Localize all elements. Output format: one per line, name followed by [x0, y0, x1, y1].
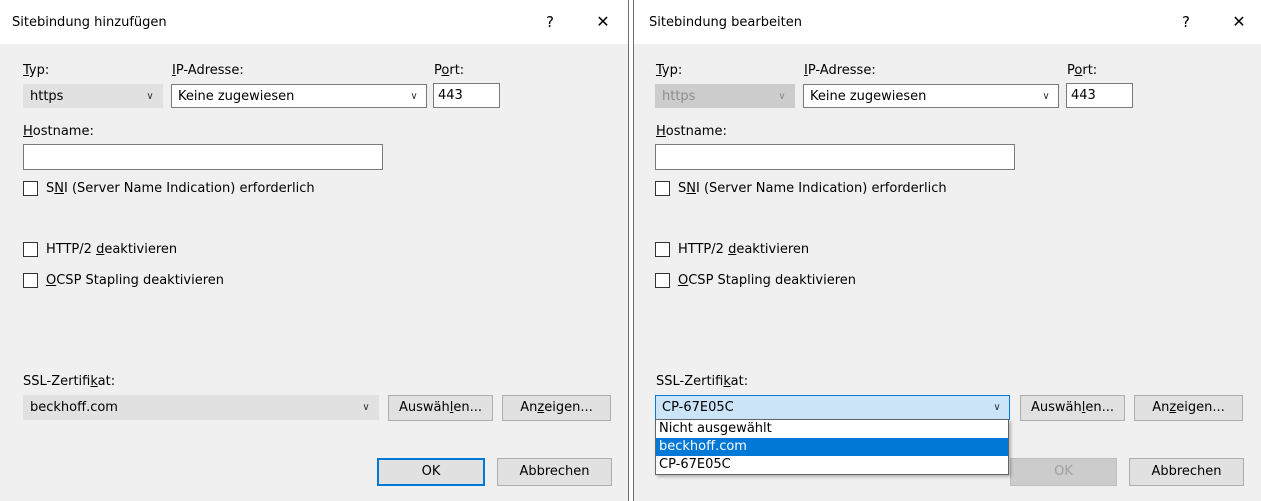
- ip-address-value: Keine zugewiesen: [810, 89, 927, 104]
- ocsp-label: OCSP Stapling deaktivieren: [46, 273, 225, 288]
- close-icon: ✕: [596, 12, 610, 31]
- port-input[interactable]: [433, 83, 500, 108]
- sni-checkbox[interactable]: SNI (Server Name Indication) erforderlic…: [23, 181, 315, 196]
- select-certificate-button[interactable]: Auswählen...: [388, 395, 493, 421]
- close-button[interactable]: ✕: [588, 9, 618, 35]
- sni-label: SNI (Server Name Indication) erforderlic…: [46, 181, 315, 196]
- help-button[interactable]: ?: [1173, 10, 1199, 34]
- type-value: https: [30, 89, 64, 104]
- port-field[interactable]: [434, 84, 499, 107]
- hostname-label: Hostname:: [23, 124, 94, 139]
- dropdown-option-beckhoff[interactable]: beckhoff.com: [656, 438, 1008, 456]
- checkbox-box[interactable]: [23, 242, 38, 257]
- hostname-input[interactable]: [655, 144, 1015, 170]
- chevron-down-icon: ∨: [362, 402, 370, 413]
- ocsp-stapling-checkbox[interactable]: OCSP Stapling deaktivieren: [23, 273, 224, 288]
- ssl-certificate-label: SSL-Zertifikat:: [23, 374, 116, 389]
- ssl-certificate-combobox[interactable]: beckhoff.com ∨: [23, 395, 379, 420]
- dialog-title: Sitebindung hinzufügen: [12, 15, 167, 30]
- http2-label: HTTP/2 deaktivieren: [678, 242, 810, 257]
- close-icon: ✕: [1232, 12, 1246, 31]
- http2-checkbox[interactable]: HTTP/2 deaktivieren: [23, 242, 177, 257]
- chevron-down-icon: ∨: [993, 402, 1001, 413]
- ssl-certificate-value: beckhoff.com: [30, 400, 118, 415]
- ok-button: OK: [1010, 458, 1117, 486]
- ip-address-combobox[interactable]: Keine zugewiesen ∨: [171, 84, 427, 108]
- port-label: Port:: [1067, 63, 1098, 78]
- checkbox-box[interactable]: [23, 181, 38, 196]
- title-bar: Sitebindung hinzufügen ? ✕: [0, 0, 628, 44]
- ok-button[interactable]: OK: [377, 458, 485, 486]
- ip-address-label: IP-Adresse:: [804, 63, 876, 78]
- chevron-down-icon: ∨: [410, 91, 418, 102]
- ocsp-stapling-checkbox[interactable]: OCSP Stapling deaktivieren: [655, 273, 856, 288]
- view-certificate-button[interactable]: Anzeigen...: [502, 395, 611, 421]
- edit-site-binding-dialog: Sitebindung bearbeiten ? ✕ Typ: https ∨ …: [633, 0, 1261, 501]
- view-certificate-button[interactable]: Anzeigen...: [1134, 395, 1243, 421]
- ocsp-label: OCSP Stapling deaktivieren: [678, 273, 857, 288]
- ssl-certificate-combobox[interactable]: CP-67E05C ∨: [655, 395, 1010, 420]
- sni-label: SNI (Server Name Indication) erforderlic…: [678, 181, 947, 196]
- cancel-button[interactable]: Abbrechen: [1129, 458, 1244, 486]
- chevron-down-icon: ∨: [1042, 91, 1050, 102]
- dropdown-option-cp-67e05c[interactable]: CP-67E05C: [656, 456, 1008, 474]
- close-button[interactable]: ✕: [1224, 9, 1254, 35]
- type-value: https: [662, 89, 696, 104]
- dialog-title: Sitebindung bearbeiten: [649, 15, 802, 30]
- type-label: Typ:: [23, 63, 50, 78]
- port-field[interactable]: [1067, 84, 1132, 107]
- select-certificate-button[interactable]: Auswählen...: [1020, 395, 1125, 421]
- hostname-field[interactable]: [24, 145, 382, 169]
- chevron-down-icon: ∨: [146, 91, 154, 102]
- ssl-certificate-dropdown-list: Nicht ausgewählt beckhoff.com CP-67E05C: [655, 419, 1009, 475]
- port-label: Port:: [434, 63, 465, 78]
- ssl-certificate-label: SSL-Zertifikat:: [656, 374, 749, 389]
- checkbox-box[interactable]: [655, 273, 670, 288]
- checkbox-box[interactable]: [655, 181, 670, 196]
- sni-checkbox[interactable]: SNI (Server Name Indication) erforderlic…: [655, 181, 947, 196]
- cancel-button[interactable]: Abbrechen: [497, 458, 612, 486]
- ip-address-value: Keine zugewiesen: [178, 89, 295, 104]
- http2-label: HTTP/2 deaktivieren: [46, 242, 178, 257]
- ip-address-combobox[interactable]: Keine zugewiesen ∨: [803, 84, 1059, 108]
- checkbox-box[interactable]: [23, 273, 38, 288]
- hostname-label: Hostname:: [656, 124, 727, 139]
- title-bar: Sitebindung bearbeiten ? ✕: [634, 0, 1261, 44]
- chevron-down-icon: ∨: [778, 91, 786, 102]
- dropdown-option-not-selected[interactable]: Nicht ausgewählt: [656, 420, 1008, 438]
- http2-checkbox[interactable]: HTTP/2 deaktivieren: [655, 242, 809, 257]
- type-label: Typ:: [656, 63, 683, 78]
- type-combobox: https ∨: [655, 84, 795, 108]
- ip-address-label: IP-Adresse:: [172, 63, 244, 78]
- port-input[interactable]: [1066, 83, 1133, 108]
- hostname-field[interactable]: [656, 145, 1014, 169]
- help-button[interactable]: ?: [537, 10, 563, 34]
- ssl-certificate-value: CP-67E05C: [662, 400, 734, 415]
- checkbox-box[interactable]: [655, 242, 670, 257]
- add-site-binding-dialog: Sitebindung hinzufügen ? ✕ Typ: https ∨ …: [0, 0, 629, 501]
- type-combobox[interactable]: https ∨: [23, 84, 163, 108]
- hostname-input[interactable]: [23, 144, 383, 170]
